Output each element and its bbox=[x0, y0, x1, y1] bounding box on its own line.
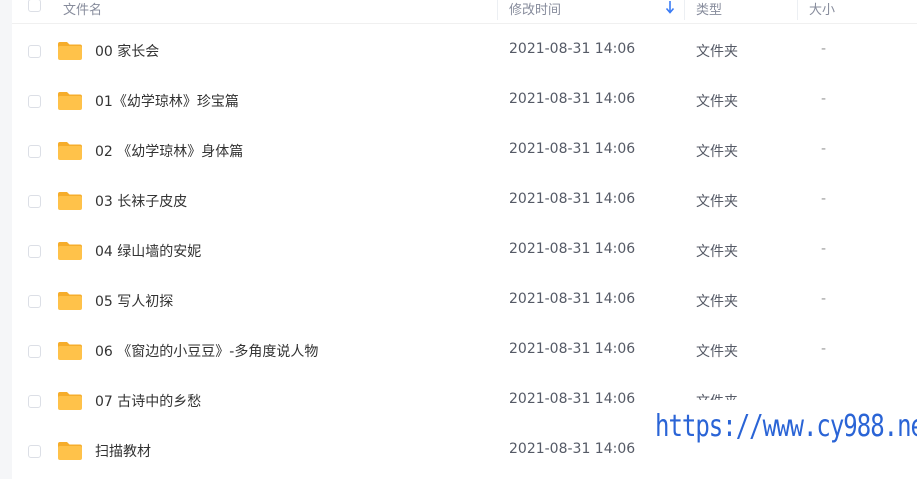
file-type: 文件夹 bbox=[696, 144, 738, 160]
folder-icon bbox=[58, 42, 82, 60]
row-checkbox[interactable] bbox=[28, 395, 41, 408]
modified-time: 2021-08-31 14:06 bbox=[509, 241, 636, 257]
table-row[interactable]: 06 《窗边的小豆豆》-多角度说人物 2021-08-31 14:06 文件夹 - bbox=[12, 326, 917, 376]
table-row[interactable]: 03 长袜子皮皮 2021-08-31 14:06 文件夹 - bbox=[12, 176, 917, 226]
file-name[interactable]: 06 《窗边的小豆豆》-多角度说人物 bbox=[95, 341, 318, 361]
file-name[interactable]: 00 家长会 bbox=[95, 41, 159, 61]
file-size: - bbox=[821, 291, 827, 307]
file-name[interactable]: 07 古诗中的乡愁 bbox=[95, 391, 201, 411]
file-type: 文件夹 bbox=[696, 244, 738, 260]
folder-icon bbox=[58, 342, 82, 360]
folder-icon bbox=[58, 142, 82, 160]
column-header-modified[interactable]: 修改时间 bbox=[509, 0, 561, 18]
table-row[interactable]: 00 家长会 2021-08-31 14:06 文件夹 - bbox=[12, 26, 917, 76]
file-size: - bbox=[821, 141, 827, 157]
table-row[interactable]: 04 绿山墙的安妮 2021-08-31 14:06 文件夹 - bbox=[12, 226, 917, 276]
column-header-name[interactable]: 文件名 bbox=[63, 0, 102, 18]
modified-time: 2021-08-31 14:06 bbox=[509, 441, 636, 457]
file-name[interactable]: 扫描教材 bbox=[95, 441, 151, 461]
file-name[interactable]: 04 绿山墙的安妮 bbox=[95, 241, 201, 261]
modified-time: 2021-08-31 14:06 bbox=[509, 291, 636, 307]
row-checkbox[interactable] bbox=[28, 45, 41, 58]
watermark-url: https://www.cy988.net bbox=[655, 400, 917, 452]
folder-icon bbox=[58, 442, 82, 460]
modified-time: 2021-08-31 14:06 bbox=[509, 41, 636, 57]
file-name[interactable]: 01《幼学琼林》珍宝篇 bbox=[95, 91, 239, 111]
row-checkbox[interactable] bbox=[28, 345, 41, 358]
left-panel-edge bbox=[0, 0, 12, 479]
row-checkbox[interactable] bbox=[28, 95, 41, 108]
file-name[interactable]: 05 写人初探 bbox=[95, 291, 173, 311]
column-divider[interactable] bbox=[684, 0, 685, 20]
modified-time: 2021-08-31 14:06 bbox=[509, 91, 636, 107]
folder-icon bbox=[58, 242, 82, 260]
column-header-size[interactable]: 大小 bbox=[809, 0, 835, 18]
file-type: 文件夹 bbox=[696, 94, 738, 110]
column-divider[interactable] bbox=[497, 0, 498, 20]
table-row[interactable]: 01《幼学琼林》珍宝篇 2021-08-31 14:06 文件夹 - bbox=[12, 76, 917, 126]
folder-icon bbox=[58, 92, 82, 110]
file-size: - bbox=[821, 91, 827, 107]
file-size: - bbox=[821, 191, 827, 207]
file-type: 文件夹 bbox=[696, 294, 738, 310]
file-size: - bbox=[821, 341, 827, 357]
sort-descending-icon[interactable] bbox=[665, 0, 675, 15]
file-type: 文件夹 bbox=[696, 194, 738, 210]
modified-time: 2021-08-31 14:06 bbox=[509, 191, 636, 207]
column-header-type[interactable]: 类型 bbox=[696, 0, 722, 18]
file-name[interactable]: 03 长袜子皮皮 bbox=[95, 191, 187, 211]
row-checkbox[interactable] bbox=[28, 445, 41, 458]
column-divider[interactable] bbox=[797, 0, 798, 20]
file-name[interactable]: 02 《幼学琼林》身体篇 bbox=[95, 141, 243, 161]
folder-icon bbox=[58, 192, 82, 210]
row-checkbox[interactable] bbox=[28, 195, 41, 208]
file-type: 文件夹 bbox=[696, 44, 738, 60]
row-checkbox[interactable] bbox=[28, 145, 41, 158]
row-checkbox[interactable] bbox=[28, 295, 41, 308]
folder-icon bbox=[58, 292, 82, 310]
folder-icon bbox=[58, 392, 82, 410]
file-size: - bbox=[821, 41, 827, 57]
modified-time: 2021-08-31 14:06 bbox=[509, 141, 636, 157]
modified-time: 2021-08-31 14:06 bbox=[509, 341, 636, 357]
table-row[interactable]: 02 《幼学琼林》身体篇 2021-08-31 14:06 文件夹 - bbox=[12, 126, 917, 176]
table-header: 文件名 修改时间 类型 大小 bbox=[12, 0, 917, 24]
table-row[interactable]: 05 写人初探 2021-08-31 14:06 文件夹 - bbox=[12, 276, 917, 326]
file-size: - bbox=[821, 241, 827, 257]
select-all-checkbox[interactable] bbox=[28, 0, 41, 12]
modified-time: 2021-08-31 14:06 bbox=[509, 391, 636, 407]
row-checkbox[interactable] bbox=[28, 245, 41, 258]
file-type: 文件夹 bbox=[696, 344, 738, 360]
